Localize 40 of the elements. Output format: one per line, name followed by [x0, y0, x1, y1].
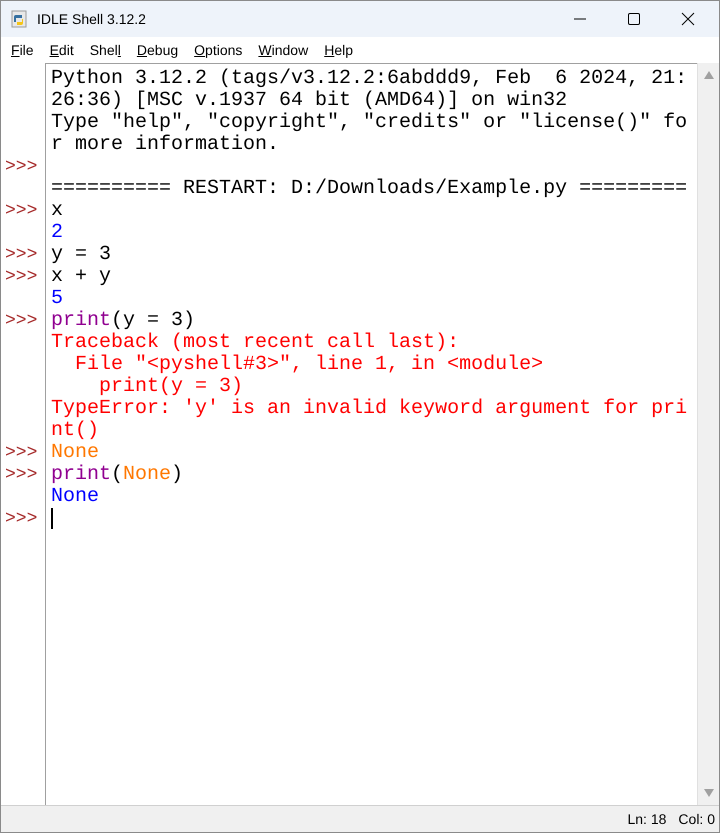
menu-item[interactable]: Window — [250, 40, 316, 60]
maximize-icon[interactable] — [627, 12, 641, 26]
window-title: IDLE Shell 3.12.2 — [37, 11, 147, 27]
code-line: nt() — [51, 420, 100, 442]
menu-item[interactable]: Debug — [128, 40, 186, 60]
code-line: File "<pyshell#3>", line 1, in <module> — [74, 354, 544, 376]
prompt-marker: >>> — [5, 201, 38, 221]
code-line: x + y — [51, 266, 112, 288]
code-line: print(y = 3) — [51, 310, 196, 332]
prompt-marker: >>> — [5, 267, 38, 287]
code-line: 5 — [51, 288, 64, 310]
prompt-marker: >>> — [5, 245, 38, 265]
prompt-marker: >>> — [5, 311, 38, 331]
python-logo-icon — [11, 10, 29, 28]
code-line: ========== RESTART: D:/Downloads/Example.py ========= — [51, 178, 688, 200]
code-line: print(None) — [51, 464, 184, 486]
code-line: Traceback (most recent call last): — [51, 332, 460, 354]
code-line: Python 3.12.2 (tags/v3.12.2:6abddd9, Feb 6 2024, 21: — [51, 68, 688, 90]
menu-item[interactable]: Shell — [82, 40, 129, 60]
code-line: print(y = 3) — [98, 376, 244, 398]
menu-item[interactable]: Edit — [42, 40, 82, 60]
code-line: TypeError: 'y' is an invalid keyword argument for pri — [51, 398, 688, 420]
code-line: None — [51, 442, 100, 464]
prompt-marker: >>> — [5, 157, 38, 177]
line-number-status: Ln: 18 — [627, 811, 666, 827]
code-line: None — [51, 486, 100, 508]
prompt-marker: >>> — [5, 443, 38, 463]
menu-item[interactable]: File — [3, 40, 42, 60]
code-line: r more information. — [51, 134, 280, 156]
code-line: y = 3 — [51, 244, 112, 266]
code-line: 26:36) [MSC v.1937 64 bit (AMD64)] on win32 — [51, 90, 568, 112]
column-number-status: Col: 0 — [678, 811, 715, 827]
code-line: x — [51, 200, 64, 222]
close-icon[interactable] — [681, 12, 695, 26]
prompt-marker: >>> — [5, 509, 38, 529]
code-line: 2 — [51, 222, 64, 244]
prompt-marker: >>> — [5, 465, 38, 485]
menu-item[interactable]: Options — [186, 40, 250, 60]
code-line: Type "help", "copyright", "credits" or "license()" fo — [51, 112, 688, 134]
menu-item[interactable]: Help — [316, 40, 362, 60]
